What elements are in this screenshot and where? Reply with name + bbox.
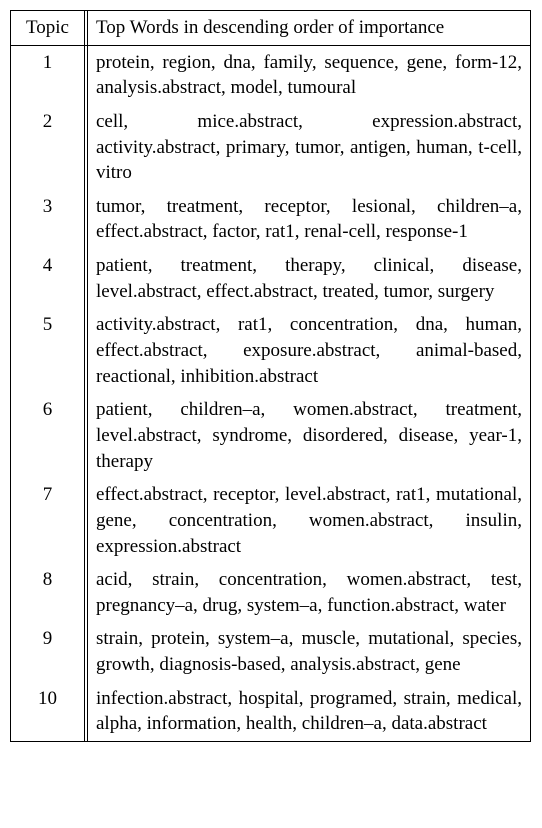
topic-number: 3 <box>11 190 85 249</box>
header-topic: Topic <box>11 11 85 46</box>
topic-words: cell, mice.abstract, expression.abstract… <box>88 105 531 190</box>
topic-words: protein, region, dna, family, sequence, … <box>88 45 531 105</box>
topic-words: activity.abstract, rat1, concentration, … <box>88 308 531 393</box>
table-row: 3 tumor, treatment, receptor, lesional, … <box>11 190 531 249</box>
topic-number: 5 <box>11 308 85 393</box>
topic-words: effect.abstract, receptor, level.abstrac… <box>88 478 531 563</box>
header-words: Top Words in descending order of importa… <box>88 11 531 46</box>
topic-words: tumor, treatment, receptor, lesional, ch… <box>88 190 531 249</box>
table-row: 2 cell, mice.abstract, expression.abstra… <box>11 105 531 190</box>
table-row: 8 acid, strain, concentration, women.abs… <box>11 563 531 622</box>
table-row: 9 strain, protein, system–a, muscle, mut… <box>11 622 531 681</box>
topic-words: acid, strain, concentration, women.abstr… <box>88 563 531 622</box>
topic-number: 8 <box>11 563 85 622</box>
topic-words: patient, treatment, therapy, clinical, d… <box>88 249 531 308</box>
topic-number: 7 <box>11 478 85 563</box>
topic-words: patient, children–a, women.abstract, tre… <box>88 393 531 478</box>
table-row: 5 activity.abstract, rat1, concentration… <box>11 308 531 393</box>
topic-number: 10 <box>11 682 85 742</box>
topics-table: Topic Top Words in descending order of i… <box>10 10 531 742</box>
topic-number: 4 <box>11 249 85 308</box>
table-row: 10 infection.abstract, hospital, program… <box>11 682 531 742</box>
topic-number: 6 <box>11 393 85 478</box>
table-row: 7 effect.abstract, receptor, level.abstr… <box>11 478 531 563</box>
topic-number: 2 <box>11 105 85 190</box>
table-row: 4 patient, treatment, therapy, clinical,… <box>11 249 531 308</box>
table-row: 1 protein, region, dna, family, sequence… <box>11 45 531 105</box>
topic-number: 9 <box>11 622 85 681</box>
table-row: 6 patient, children–a, women.abstract, t… <box>11 393 531 478</box>
topic-number: 1 <box>11 45 85 105</box>
table-header-row: Topic Top Words in descending order of i… <box>11 11 531 46</box>
topic-words: infection.abstract, hospital, programed,… <box>88 682 531 742</box>
topic-words: strain, protein, system–a, muscle, mutat… <box>88 622 531 681</box>
